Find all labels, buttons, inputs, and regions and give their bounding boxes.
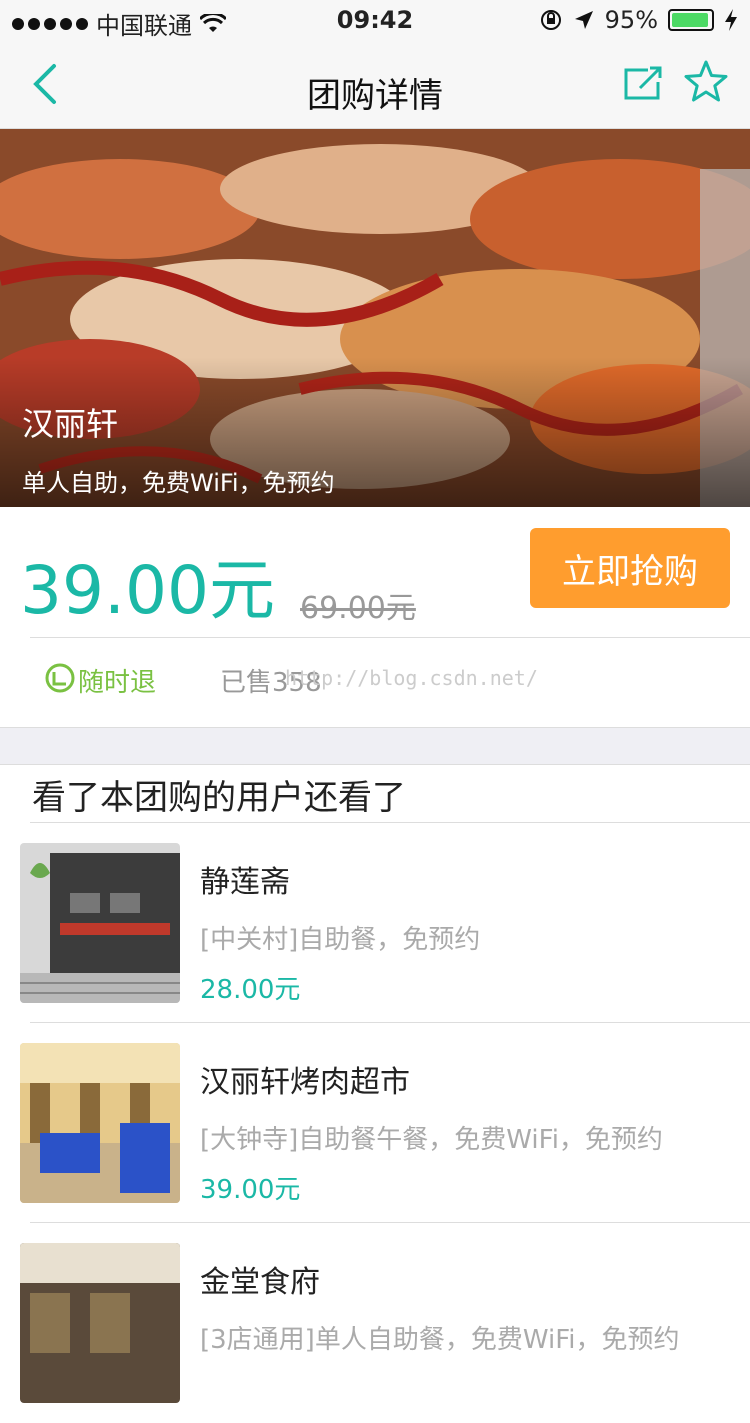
item-description: [3店通用]单人自助餐，免费WiFi，免预约 — [200, 1325, 680, 1355]
item-name: 静莲斋 — [200, 865, 290, 900]
item-name: 金堂食府 — [200, 1265, 320, 1300]
deal-price: 39.00元 — [20, 552, 275, 629]
location-icon — [574, 11, 593, 29]
price-row: 39.00元 69.00元 立即抢购 — [0, 507, 750, 637]
nav-bar: 团购详情 — [0, 40, 750, 129]
deal-summary: 单人自助，免费WiFi，免预约 — [22, 469, 335, 497]
refund-icon — [45, 663, 75, 693]
list-item[interactable]: 静莲斋 [中关村]自助餐，免预约 28.00元 — [0, 823, 750, 1023]
item-price: 28.00元 — [200, 975, 301, 1005]
buy-now-button[interactable]: 立即抢购 — [530, 528, 730, 608]
favorite-star-icon[interactable] — [682, 58, 730, 106]
battery-icon — [668, 9, 714, 31]
share-icon[interactable] — [620, 64, 664, 104]
restaurant-thumbnail — [20, 1243, 180, 1403]
restaurant-name: 汉丽轩 — [22, 405, 119, 443]
charging-icon — [725, 9, 737, 31]
restaurant-thumbnail — [20, 1043, 180, 1203]
item-description: [中关村]自助餐，免预约 — [200, 925, 481, 955]
item-description: [大钟寺]自助餐午餐，免费WiFi，免预约 — [200, 1125, 663, 1155]
item-price: 39.00元 — [200, 1175, 301, 1205]
status-bar: 中国联通 09:42 95% — [0, 0, 750, 40]
battery-percent: 95% — [604, 6, 658, 34]
list-item[interactable]: 金堂食府 [3店通用]单人自助餐，免费WiFi，免预约 — [0, 1223, 750, 1423]
original-price: 69.00元 — [300, 591, 416, 626]
restaurant-thumbnail — [20, 843, 180, 1003]
list-item[interactable]: 汉丽轩烤肉超市 [大钟寺]自助餐午餐，免费WiFi，免预约 39.00元 — [0, 1023, 750, 1223]
refund-anytime-label: 随时退 — [78, 668, 157, 698]
deal-hero-image: 汉丽轩 单人自助，免费WiFi，免预约 — [0, 129, 750, 507]
watermark: http://blog.csdn.net/ — [285, 666, 538, 690]
rotation-lock-icon — [540, 10, 561, 30]
deal-tags-row: 随时退 已售358 http://blog.csdn.net/ — [0, 638, 750, 727]
section-title: 看了本团购的用户还看了 — [32, 778, 406, 818]
item-name: 汉丽轩烤肉超市 — [200, 1065, 410, 1100]
section-separator — [0, 727, 750, 765]
status-right: 95% — [539, 6, 738, 34]
